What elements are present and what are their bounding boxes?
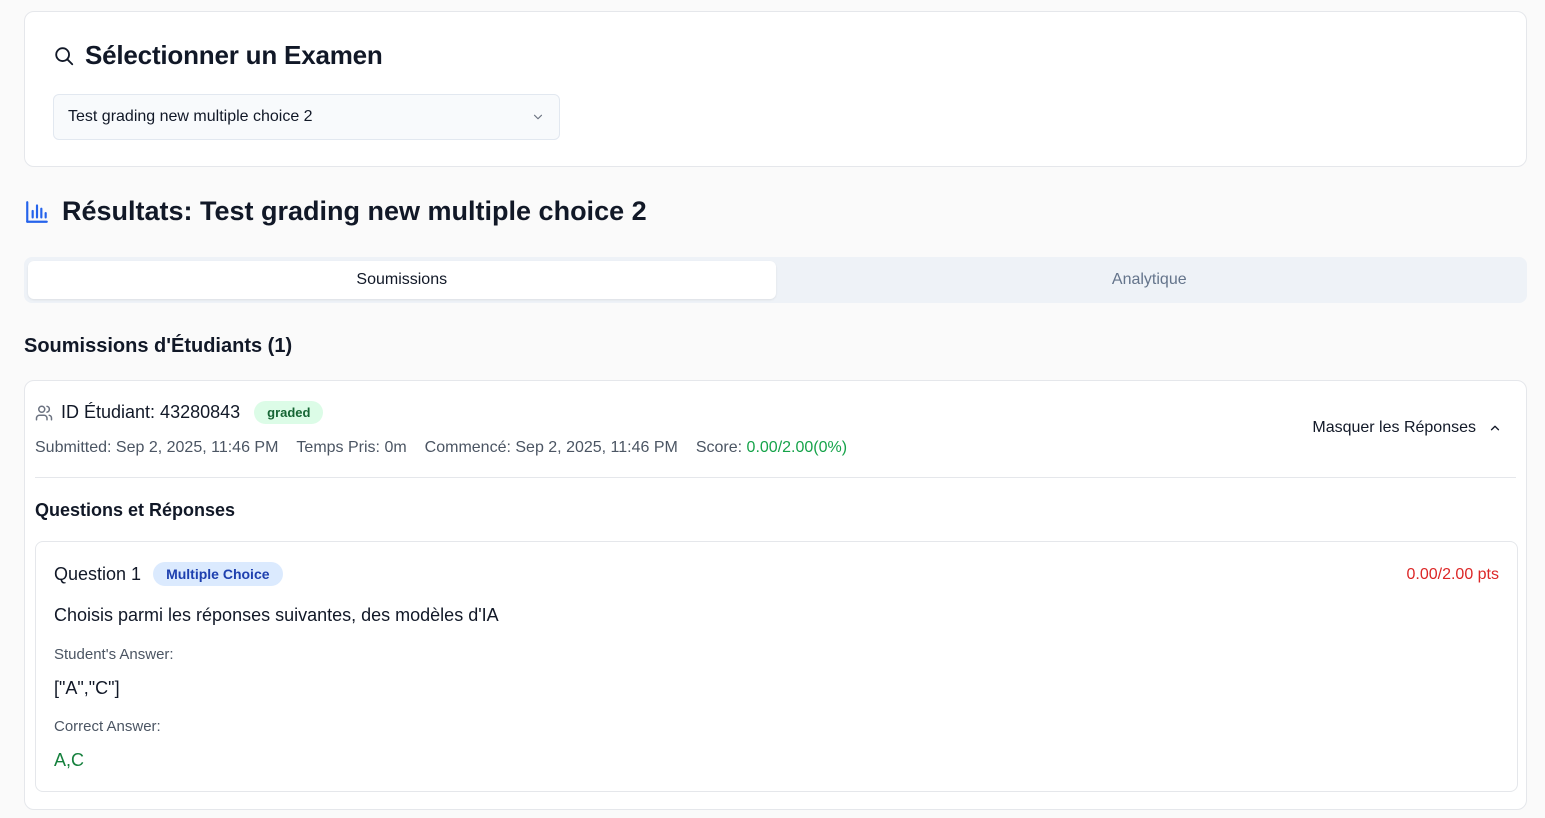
correct-answer-value: A,C: [54, 750, 85, 770]
tab-soumissions[interactable]: Soumissions: [28, 261, 776, 299]
question-card: Question 1 Multiple Choice 0.00/2.00 pts…: [35, 541, 1518, 792]
users-icon: [35, 404, 53, 422]
correct-answer-label: Correct Answer:: [54, 718, 161, 735]
score: Score: 0.00/2.00(0%): [696, 439, 847, 457]
search-icon: [53, 45, 75, 67]
student-row: ID Étudiant: 43280843 graded: [35, 401, 324, 424]
chevron-down-icon: [531, 110, 545, 124]
select-exam-header: Sélectionner un Examen: [53, 40, 383, 71]
exam-select-dropdown[interactable]: Test grading new multiple choice 2: [53, 94, 560, 140]
select-exam-title: Sélectionner un Examen: [85, 40, 383, 70]
hide-answers-button[interactable]: Masquer les Réponses: [1312, 419, 1502, 437]
qa-heading: Questions et Réponses: [35, 500, 236, 520]
question-text: Choisis parmi les réponses suivantes, de…: [54, 605, 499, 625]
exam-select-value: Test grading new multiple choice 2: [68, 108, 313, 125]
student-answer-label: Student's Answer:: [54, 646, 174, 663]
results-tabs: Soumissions Analytique: [24, 257, 1527, 303]
tab-analytique[interactable]: Analytique: [776, 261, 1524, 299]
time-taken: Temps Pris: 0m: [296, 439, 407, 456]
submissions-heading: Soumissions d'Étudiants (1): [24, 335, 293, 357]
score-label: Score:: [695, 439, 747, 456]
results-header: Résultats: Test grading new multiple cho…: [24, 196, 647, 227]
hide-answers-label: Masquer les Réponses: [1312, 419, 1476, 436]
question-label: Question 1: [54, 563, 142, 584]
bar-chart-icon: [24, 199, 50, 225]
started-time: Commencé: Sep 2, 2025, 11:46 PM: [424, 439, 678, 456]
question-header: Question 1 Multiple Choice: [54, 562, 283, 586]
select-exam-card: Sélectionner un Examen Test grading new …: [24, 11, 1527, 167]
student-answer-value: ["A","C"]: [54, 678, 120, 698]
question-points: 0.00/2.00 pts: [1406, 566, 1499, 583]
submitted-time: Submitted: Sep 2, 2025, 11:46 PM: [35, 439, 279, 456]
divider: [35, 477, 1516, 478]
chevron-up-icon: [1488, 421, 1502, 435]
results-title: Résultats: Test grading new multiple cho…: [62, 196, 647, 226]
student-id: ID Étudiant: 43280843: [61, 402, 241, 422]
status-badge: graded: [254, 401, 324, 424]
submission-card: ID Étudiant: 43280843 graded Submitted: …: [24, 380, 1527, 810]
question-type-badge: Multiple Choice: [153, 562, 283, 586]
score-value: 0.00/2.00(0%): [746, 439, 848, 456]
submission-meta: Submitted: Sep 2, 2025, 11:46 PM Temps P…: [35, 439, 847, 457]
